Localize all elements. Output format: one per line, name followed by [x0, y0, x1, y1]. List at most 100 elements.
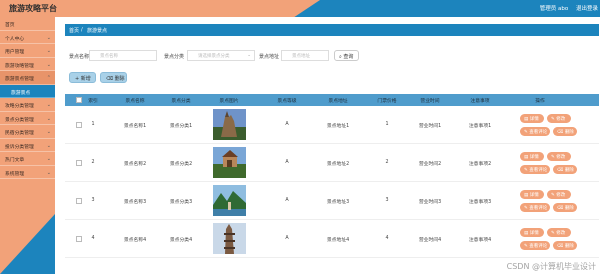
watermark: CSDN @计算机毕业设计 — [506, 262, 596, 271]
search-button[interactable]: ⌕ 查询 — [334, 50, 359, 61]
cell-notes: 注意事项2 — [468, 162, 492, 167]
sidebar-item-homestay-categories[interactable]: 民宿分类管理 ⌄ — [0, 125, 55, 139]
table-row: 4 景点名称4 景点分类4 A 景点地址4 4 营业时间4 注意事项4 ▤ 详情… — [65, 220, 599, 258]
edit-button[interactable]: ✎ 修改 — [547, 152, 571, 161]
table-row: 2 景点名称2 景点分类2 A 景点地址2 2 营业时间2 注意事项2 ▤ 详情… — [65, 144, 599, 182]
cell-hours: 营业时间2 — [418, 162, 442, 167]
chevron-down-icon: ⌄ — [46, 61, 51, 68]
category-filter-label: 景点分类 — [164, 54, 185, 60]
pencil-icon: ✎ — [524, 130, 528, 135]
sidebar-item-complaint-categories[interactable]: 投诉分类管理 ⌄ — [0, 139, 55, 152]
edit-button[interactable]: ✎ 修改 — [547, 114, 571, 123]
pencil-icon: ✎ — [551, 117, 555, 122]
comments-button[interactable]: ✎ 查看评论 — [520, 165, 550, 174]
doc-icon: ▤ — [524, 193, 529, 198]
sidebar-item-guide-categories[interactable]: 攻略分类管理 ⌄ — [0, 98, 55, 112]
user-greeting: 管理员 abo — [539, 6, 569, 12]
row-delete-button[interactable]: ⌫ 删除 — [553, 127, 577, 136]
row-checkbox[interactable] — [76, 198, 82, 204]
chevron-down-icon: ⌄ — [46, 115, 51, 122]
cell-hours: 营业时间3 — [418, 200, 442, 205]
col-header-operations: 操作 — [535, 99, 545, 104]
cell-index: 2 — [91, 160, 95, 165]
cell-name: 景点名称2 — [123, 162, 147, 167]
select-all-checkbox[interactable] — [76, 97, 82, 103]
sidebar-item-label: 旅游攻略管理 — [5, 63, 34, 69]
search-button-label: 查询 — [343, 54, 354, 60]
delete-button[interactable]: ⌫ 删除 — [100, 72, 127, 83]
sidebar-item-label: 个人中心 — [5, 36, 25, 42]
address-filter-input[interactable]: 景点地址 — [281, 50, 329, 61]
breadcrumb: 首页 / 旅游景点 — [65, 24, 599, 36]
search-icon: ⌕ — [339, 54, 342, 60]
sidebar-item-attraction-categories[interactable]: 景点分类管理 ⌄ — [0, 112, 55, 125]
category-filter-select[interactable]: 请选择景点分类 ⌄ — [187, 50, 255, 61]
cell-address: 景点地址1 — [326, 124, 350, 129]
chevron-down-icon: ⌄ — [46, 142, 51, 149]
pencil-icon: ✎ — [551, 155, 555, 160]
detail-button[interactable]: ▤ 详情 — [520, 152, 544, 161]
edit-button[interactable]: ✎ 修改 — [547, 190, 571, 199]
cell-category: 景点分类2 — [169, 162, 193, 167]
add-button-label: 新增 — [80, 76, 91, 82]
row-delete-button[interactable]: ⌫ 删除 — [553, 165, 577, 174]
sidebar-item-system[interactable]: 系统管理 ⌄ — [0, 166, 55, 179]
doc-icon: ▤ — [524, 155, 529, 160]
cell-level: A — [285, 160, 289, 165]
detail-button[interactable]: ▤ 详情 — [520, 228, 544, 237]
sidebar-item-home[interactable]: 首页 — [0, 17, 55, 31]
delete-button-label: 删除 — [114, 76, 125, 82]
row-delete-button[interactable]: ⌫ 删除 — [553, 241, 577, 250]
trash-icon: ⌫ — [557, 168, 564, 173]
row-delete-button[interactable]: ⌫ 删除 — [553, 203, 577, 212]
cell-index: 4 — [91, 236, 95, 241]
detail-button[interactable]: ▤ 详情 — [520, 190, 544, 199]
cell-address: 景点地址4 — [326, 238, 350, 243]
table-row: 3 景点名称3 景点分类3 A 景点地址3 3 营业时间3 注意事项3 ▤ 详情… — [65, 182, 599, 220]
edit-button[interactable]: ✎ 修改 — [547, 228, 571, 237]
attractions-table: 索引 景点名称 景点分类 景点图片 景点等级 景点地址 门票价格 营业时间 注意… — [65, 94, 599, 258]
col-header-price: 门票价格 — [377, 99, 397, 104]
sidebar-item-attractions[interactable]: 旅游景点管理 ⌃ — [0, 71, 55, 85]
cell-price: 4 — [385, 236, 389, 241]
pencil-icon: ✎ — [551, 231, 555, 236]
col-header-index: 索引 — [88, 99, 98, 104]
cell-price: 2 — [385, 160, 389, 165]
trash-icon: ⌫ — [557, 206, 564, 211]
chevron-down-icon: ⌄ — [46, 34, 51, 41]
attraction-image — [213, 147, 246, 178]
sidebar-item-users[interactable]: 用户管理 ⌄ — [0, 44, 55, 58]
trash-icon: ⌫ — [557, 130, 564, 135]
cell-category: 景点分类3 — [169, 200, 193, 205]
comments-button[interactable]: ✎ 查看评论 — [520, 203, 550, 212]
comments-button[interactable]: ✎ 查看评论 — [520, 241, 550, 250]
main-content: 首页 / 旅游景点 景点名称 景点名称 景点分类 请选择景点分类 ⌄ 景点地址 … — [59, 23, 600, 274]
comments-button[interactable]: ✎ 查看评论 — [520, 127, 550, 136]
sidebar-item-guides[interactable]: 旅游攻略管理 ⌄ — [0, 58, 55, 71]
detail-button[interactable]: ▤ 详情 — [520, 114, 544, 123]
cell-category: 景点分类4 — [169, 238, 193, 243]
chevron-down-icon: ⌄ — [247, 53, 251, 58]
col-header-notes: 注意事项 — [470, 99, 490, 104]
breadcrumb-home[interactable]: 首页 — [69, 27, 79, 34]
cell-name: 景点名称1 — [123, 124, 147, 129]
attraction-image — [213, 109, 246, 140]
sidebar-item-profile[interactable]: 个人中心 ⌄ — [0, 31, 55, 44]
row-checkbox[interactable] — [76, 122, 82, 128]
cell-hours: 营业时间1 — [418, 124, 442, 129]
sidebar-item-label: 旅游景点 — [11, 90, 31, 96]
add-button[interactable]: + 新增 — [69, 72, 96, 83]
doc-icon: ▤ — [524, 231, 529, 236]
row-checkbox[interactable] — [76, 236, 82, 242]
sidebar-item-articles[interactable]: 热门文章 ⌄ — [0, 152, 55, 166]
col-header-image: 景点图片 — [219, 99, 239, 104]
doc-icon: ▤ — [524, 117, 529, 122]
row-checkbox[interactable] — [76, 160, 82, 166]
col-header-name: 景点名称 — [125, 99, 145, 104]
logout-link[interactable]: 退出登录 — [576, 6, 598, 12]
cell-notes: 注意事项1 — [468, 124, 492, 129]
name-filter-input[interactable]: 景点名称 — [89, 50, 157, 61]
sidebar-subitem-attractions[interactable]: 旅游景点 — [0, 84, 55, 98]
trash-icon: ⌫ — [557, 244, 564, 249]
col-header-hours: 营业时间 — [420, 99, 440, 104]
